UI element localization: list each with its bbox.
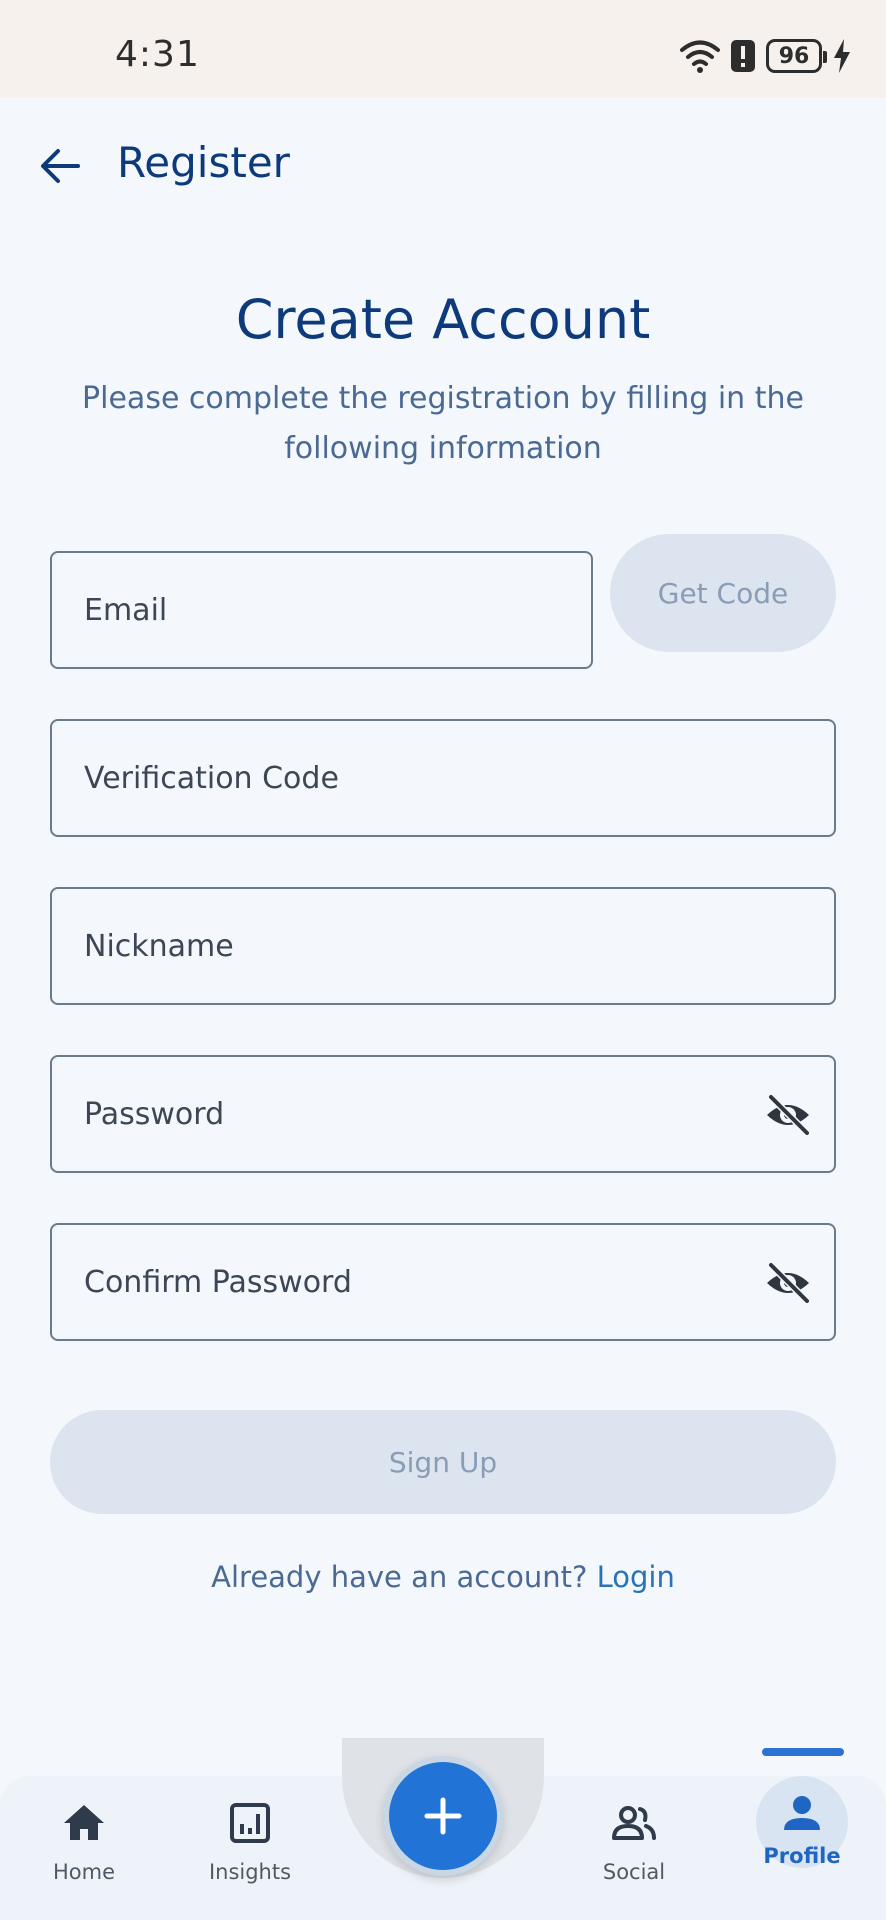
visibility-off-icon[interactable] xyxy=(764,1091,812,1139)
person-icon xyxy=(784,1796,820,1830)
status-icons: 96 xyxy=(680,36,852,76)
app-bar-title: Register xyxy=(117,138,290,187)
sign-up-button[interactable]: Sign Up xyxy=(50,1410,836,1514)
login-prompt: Already have an account? Login xyxy=(0,1560,886,1594)
get-code-button[interactable]: Get Code xyxy=(610,534,836,652)
confirm-password-field[interactable] xyxy=(50,1223,836,1341)
battery-indicator: 96 xyxy=(766,39,827,73)
status-time: 4:31 xyxy=(115,34,200,75)
visibility-off-icon[interactable] xyxy=(764,1259,812,1307)
insights-icon xyxy=(230,1803,270,1843)
indicator-bar xyxy=(762,1748,844,1756)
email-field[interactable] xyxy=(50,551,593,669)
home-icon xyxy=(64,1805,104,1840)
nav-label: Insights xyxy=(208,1860,292,1884)
email-input[interactable] xyxy=(84,553,591,667)
nav-social[interactable]: Social xyxy=(574,1800,694,1900)
nickname-field[interactable] xyxy=(50,887,836,1005)
plus-icon xyxy=(424,1797,462,1835)
charging-icon xyxy=(834,39,850,73)
confirm-password-input[interactable] xyxy=(84,1225,834,1339)
password-field[interactable] xyxy=(50,1055,836,1173)
nav-label: Home xyxy=(52,1860,115,1884)
wifi-icon xyxy=(680,40,720,73)
add-button[interactable] xyxy=(383,1756,503,1876)
login-prompt-text: Already have an account? xyxy=(211,1560,588,1594)
nav-label: Social xyxy=(602,1860,666,1884)
arrow-back-icon xyxy=(41,149,80,183)
nav-profile[interactable]: Profile xyxy=(742,1796,862,1900)
page-subtitle: Please complete the registration by fill… xyxy=(82,381,804,466)
verification-code-field[interactable] xyxy=(50,719,836,837)
app-bar: Register xyxy=(0,98,886,233)
password-input[interactable] xyxy=(84,1057,834,1171)
login-link[interactable]: Login xyxy=(597,1560,675,1594)
page-title: Create Account xyxy=(235,288,651,351)
status-bar: 4:31 96 xyxy=(0,0,886,98)
nickname-input[interactable] xyxy=(84,889,834,1003)
nav-home[interactable]: Home xyxy=(24,1800,144,1900)
people-icon xyxy=(612,1806,656,1840)
nav-label: Profile xyxy=(763,1844,841,1868)
back-button[interactable] xyxy=(34,140,86,192)
nav-insights[interactable]: Insights xyxy=(190,1800,310,1900)
alert-icon xyxy=(731,40,755,72)
verification-code-input[interactable] xyxy=(84,721,834,835)
